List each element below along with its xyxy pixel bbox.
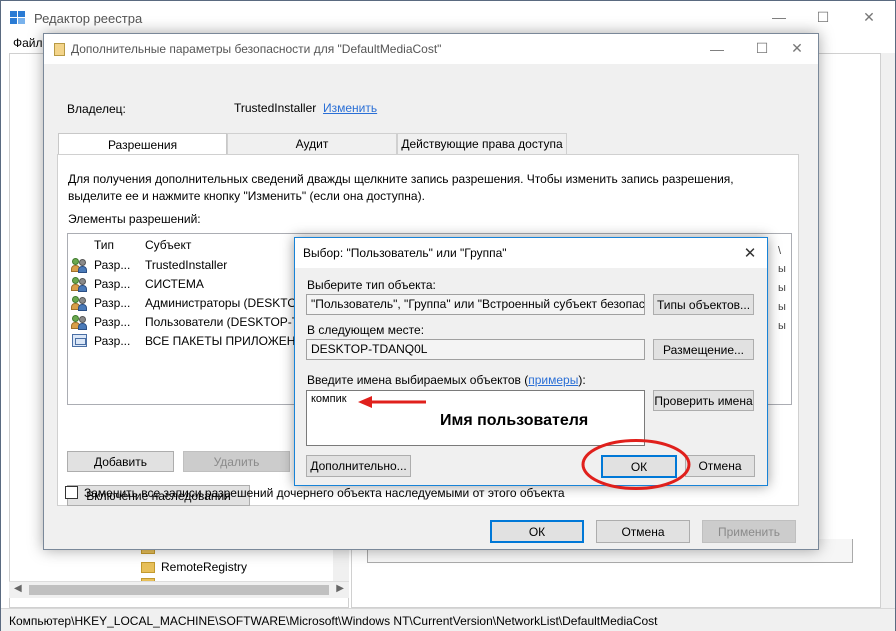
advanced-cancel-button[interactable]: Отмена [596,520,690,543]
column-fragment: \ [778,245,782,257]
advanced-dialog-title: Дополнительные параметры безопасности дл… [71,42,442,56]
row-subject: Администраторы (DESKTOP- [145,296,309,310]
column-type[interactable]: Тип [94,238,114,252]
owner-label: Владелец: [67,102,126,116]
row-subject: Пользователи (DESKTOP-TD [145,315,308,329]
replace-child-permissions-label: Заменить все записи разрешений дочернего… [84,486,565,500]
select-dialog-title-bar: Выбор: "Пользователь" или "Группа" ✕ [295,238,767,268]
row-subject: ВСЕ ПАКЕТЫ ПРИЛОЖЕНИЙ [145,334,313,348]
column-fragment: ы [778,282,786,294]
tree-item-remoteregistry[interactable]: RemoteRegistry [141,560,247,574]
folder-icon [141,561,155,573]
advanced-close-button[interactable]: ✕ [774,34,820,63]
users-icon [71,277,89,292]
change-owner-link[interactable]: Изменить [323,101,377,115]
remove-button[interactable]: Удалить [183,451,290,472]
menu-file[interactable]: Файл [13,36,43,50]
column-fragment: ы [778,263,786,275]
row-subject: СИСТЕМА [145,277,204,291]
object-names-label-prefix: Введите имена выбираемых объектов ( [307,373,529,387]
select-user-group-dialog: Выбор: "Пользователь" или "Группа" ✕ Выб… [294,237,768,486]
advanced-button[interactable]: Дополнительно... [306,455,411,477]
permissions-description: Для получения дополнительных сведений дв… [68,172,734,203]
advanced-apply-button[interactable]: Применить [702,520,796,543]
red-circle-highlight [581,439,691,490]
object-names-label: Введите имена выбираемых объектов (приме… [307,373,586,387]
registry-maximize-button[interactable]: ☐ [800,1,846,33]
column-subject[interactable]: Субъект [145,238,191,252]
object-types-button[interactable]: Типы объектов... [653,294,754,315]
row-type: Разр... [94,296,131,310]
tab-audit[interactable]: Аудит [227,133,397,154]
close-icon[interactable]: ✕ [733,238,767,267]
row-subject: TrustedInstaller [145,258,228,272]
row-type: Разр... [94,258,131,272]
location-label: В следующем месте: [307,323,425,337]
tree-item-label: RemoteRegistry [161,560,248,574]
red-arrow-icon [358,396,426,408]
values-vertical-scrollbar[interactable] [881,53,895,608]
add-button[interactable]: Добавить [67,451,174,472]
registry-editor-icon [10,11,25,24]
status-path: Компьютер\HKEY_LOCAL_MACHINE\SOFTWARE\Mi… [9,614,658,628]
registry-title: Редактор реестра [34,11,143,26]
check-names-button[interactable]: Проверить имена [653,390,754,411]
users-icon [71,258,89,273]
row-type: Разр... [94,315,131,329]
advanced-dialog-title-bar: Дополнительные параметры безопасности дл… [44,34,818,64]
scroll-left-arrow-icon[interactable]: ◀ [14,583,22,594]
column-fragment: ы [778,320,786,332]
users-icon [71,315,89,330]
registry-title-bar: Редактор реестра — ☐ ✕ [1,1,895,34]
advanced-ok-button[interactable]: ОК [490,520,584,543]
registry-status-bar: Компьютер\HKEY_LOCAL_MACHINE\SOFTWARE\Mi… [1,608,895,631]
column-fragment: ы [778,301,786,313]
scroll-right-arrow-icon[interactable]: ▶ [336,583,344,594]
advanced-minimize-button[interactable]: — [694,34,740,63]
object-type-field: "Пользователь", "Группа" или "Встроенный… [306,294,645,315]
permission-entries-label: Элементы разрешений: [68,212,201,226]
tree-horizontal-scrollbar[interactable]: ◀ ▶ [9,581,349,598]
registry-minimize-button[interactable]: — [756,1,802,33]
annotation-username: Имя пользователя [440,412,589,429]
location-field: DESKTOP-TDANQ0L [306,339,645,360]
registry-close-button[interactable]: ✕ [846,1,892,33]
locations-button[interactable]: Размещение... [653,339,754,360]
tab-effective-access[interactable]: Действующие права доступа [397,133,567,154]
object-type-label: Выберите тип объекта: [307,278,436,292]
document-icon [54,43,65,56]
package-icon [72,334,87,347]
examples-link[interactable]: примеры [528,373,578,387]
object-names-label-suffix: ): [578,373,586,387]
tab-permissions[interactable]: Разрешения [58,133,227,155]
scroll-thumb[interactable] [29,585,329,595]
owner-value: TrustedInstaller [234,101,317,115]
users-icon [71,296,89,311]
row-type: Разр... [94,334,131,348]
replace-child-permissions-checkbox[interactable] [65,486,78,499]
select-cancel-button[interactable]: Отмена [685,455,755,477]
select-dialog-title: Выбор: "Пользователь" или "Группа" [303,246,507,260]
row-type: Разр... [94,277,131,291]
